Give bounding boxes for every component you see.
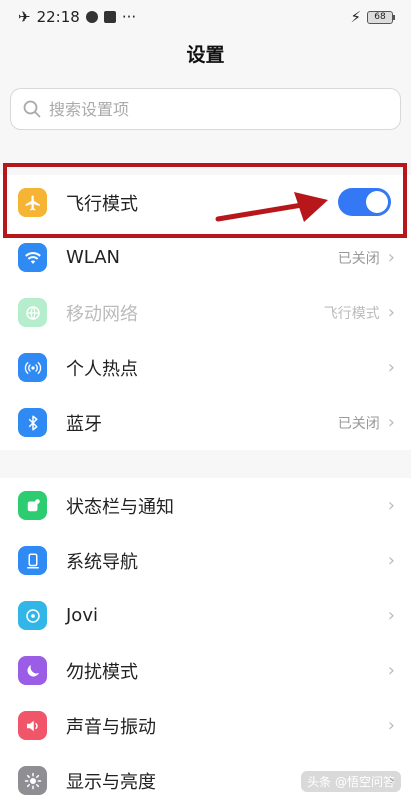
- chevron-right-icon: ›: [387, 660, 395, 681]
- chevron-right-icon: ›: [387, 412, 395, 433]
- setting-label: 显示与亮度: [66, 771, 156, 793]
- watermark: 头条 @悟空问答: [301, 771, 401, 792]
- status-left: ✈ 22:18 ···: [18, 8, 136, 26]
- chevron-right-icon: ›: [387, 302, 395, 323]
- status-right: ⚡ 68: [350, 8, 395, 26]
- setting-value: 飞行模式: [323, 305, 380, 322]
- setting-row-do-not-disturb[interactable]: 勿扰模式 ›: [0, 643, 411, 698]
- setting-label: 声音与振动: [66, 716, 156, 738]
- setting-label: 移动网络: [66, 303, 138, 325]
- navigation-icon: [18, 546, 47, 575]
- chevron-right-icon: ›: [387, 495, 395, 516]
- highlight-box: [3, 163, 407, 238]
- setting-row-navigation[interactable]: 系统导航 ›: [0, 533, 411, 588]
- chat-icon: [85, 11, 98, 23]
- search-box[interactable]: [10, 88, 401, 130]
- setting-label: WLAN: [66, 247, 121, 268]
- chevron-right-icon: ›: [387, 550, 395, 571]
- setting-label: 个人热点: [66, 358, 138, 380]
- setting-label: 状态栏与通知: [66, 496, 174, 518]
- setting-row-mobile-network[interactable]: 移动网络 飞行模式 ›: [0, 285, 411, 340]
- setting-row-bluetooth[interactable]: 蓝牙 已关闭 ›: [0, 395, 411, 450]
- setting-row-sound[interactable]: 声音与振动 ›: [0, 698, 411, 753]
- page-title: 设置: [186, 44, 225, 66]
- status-time: 22:18: [36, 8, 80, 26]
- airplane-status-icon: ✈: [18, 8, 31, 26]
- setting-label: 系统导航: [66, 551, 138, 573]
- setting-row-jovi[interactable]: Jovi ›: [0, 588, 411, 643]
- search-input[interactable]: [49, 99, 379, 119]
- setting-row-status-bar[interactable]: 状态栏与通知 ›: [0, 478, 411, 533]
- status-bar: ✈ 22:18 ··· ⚡ 68: [0, 0, 411, 34]
- charging-icon: ⚡: [350, 8, 361, 26]
- setting-label: Jovi: [66, 605, 98, 626]
- hotspot-icon: [18, 353, 47, 382]
- setting-row-hotspot[interactable]: 个人热点 ›: [0, 340, 411, 395]
- setting-label: 勿扰模式: [66, 661, 138, 683]
- search-icon: [23, 100, 41, 118]
- chevron-right-icon: ›: [387, 357, 395, 378]
- more-icon: ···: [121, 8, 137, 26]
- setting-row-wlan[interactable]: WLAN 已关闭 ›: [0, 230, 411, 285]
- system-group: 状态栏与通知 › 系统导航 › Jovi › 勿扰模式 › 声音与振动 › 显示: [0, 478, 411, 800]
- globe-icon: [18, 298, 47, 327]
- jovi-icon: [18, 601, 47, 630]
- battery-level: 68: [374, 12, 386, 22]
- brightness-icon: [18, 766, 47, 795]
- sound-icon: [18, 711, 47, 740]
- chevron-right-icon: ›: [387, 247, 395, 268]
- setting-label: 蓝牙: [66, 413, 102, 435]
- chevron-right-icon: ›: [387, 715, 395, 736]
- message-icon: [103, 11, 116, 23]
- moon-icon: [18, 656, 47, 685]
- notification-icon: [18, 491, 47, 520]
- setting-value: 已关闭: [337, 250, 380, 267]
- setting-value: 已关闭: [337, 415, 380, 432]
- battery-icon: 68: [367, 10, 395, 24]
- bluetooth-icon: [18, 408, 47, 437]
- wifi-icon: [18, 243, 47, 272]
- annotation-arrow: [215, 192, 328, 222]
- chevron-right-icon: ›: [387, 605, 395, 626]
